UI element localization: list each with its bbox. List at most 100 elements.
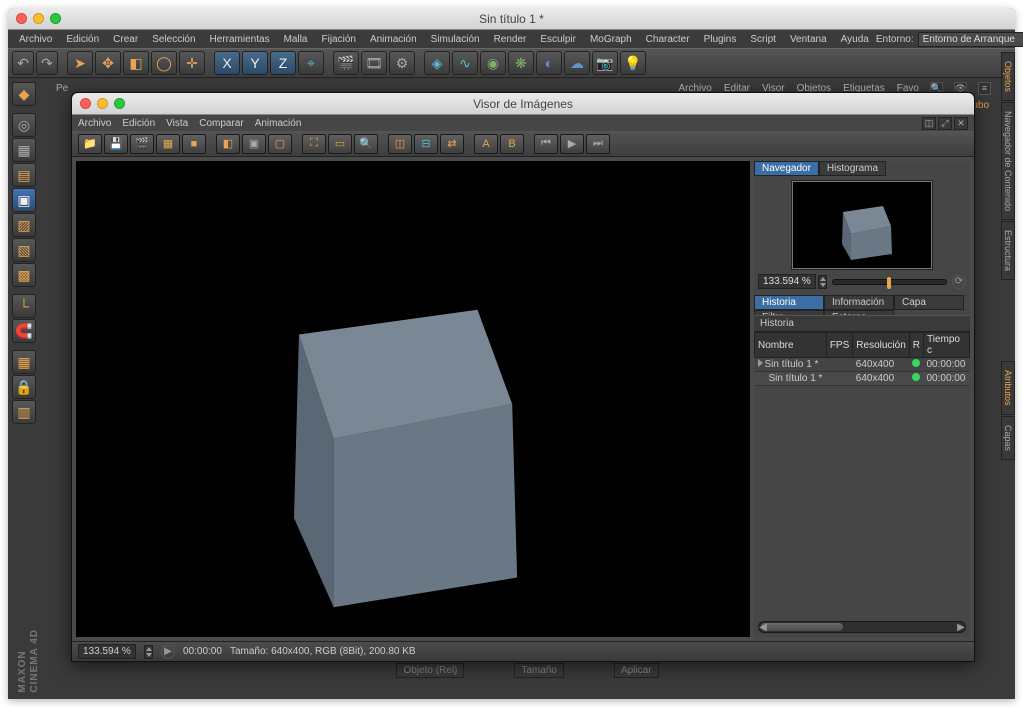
x-axis-button[interactable]: X — [214, 51, 240, 75]
render-view-button[interactable]: 🎬 — [333, 51, 359, 75]
menu-plugins[interactable]: Plugins — [697, 34, 744, 45]
tab-histograma[interactable]: Histograma — [819, 161, 886, 176]
menu-fijacion[interactable]: Fijación — [314, 34, 362, 45]
render-region-button[interactable]: 🎞 — [361, 51, 387, 75]
menu-script[interactable]: Script — [743, 34, 783, 45]
col-r[interactable]: R — [909, 333, 923, 358]
dock-icon[interactable]: ◫ — [922, 117, 936, 130]
zoomin-icon[interactable]: 🔍 — [354, 134, 378, 154]
tab-informacion[interactable]: Información — [824, 295, 894, 310]
menu-malla[interactable]: Malla — [277, 34, 315, 45]
polygon-mode-button[interactable]: ▩ — [12, 263, 36, 287]
coord-system-button[interactable]: ⌖ — [298, 51, 324, 75]
viewport[interactable] — [76, 161, 750, 637]
tab-navegador[interactable]: Navegador — [754, 161, 819, 176]
tab-capa[interactable]: Capa — [894, 295, 964, 310]
snap-button[interactable]: 🧲 — [12, 319, 36, 343]
planar-workplane-button[interactable]: ▥ — [12, 400, 36, 424]
tab-objetos[interactable]: Objetos — [1001, 52, 1015, 101]
folder-icon[interactable]: 📁 — [78, 134, 102, 154]
model-mode-button[interactable]: ◎ — [12, 113, 36, 137]
list-icon[interactable]: ≡ — [978, 82, 991, 95]
menu-ventana[interactable]: Ventana — [783, 34, 834, 45]
single-icon[interactable]: ▢ — [268, 134, 292, 154]
env-dropdown[interactable]: Entorno de Arranque — [918, 32, 1023, 47]
tab-capas[interactable]: Capas — [1001, 416, 1015, 460]
tab-atributos[interactable]: Atributos — [1001, 361, 1015, 415]
grid-icon[interactable]: ▦ — [156, 134, 180, 154]
menu-mograph[interactable]: MoGraph — [583, 34, 639, 45]
menu-ayuda[interactable]: Ayuda — [834, 34, 876, 45]
next-icon[interactable]: ⏭ — [586, 134, 610, 154]
move-tool-button[interactable]: ✥ — [95, 51, 121, 75]
tab-estructura[interactable]: Estructura — [1001, 221, 1015, 280]
menu-character[interactable]: Character — [639, 34, 697, 45]
vmenu-comparar[interactable]: Comparar — [199, 118, 243, 129]
camera-button[interactable]: 📷 — [592, 51, 618, 75]
vmenu-archivo[interactable]: Archivo — [78, 118, 111, 129]
tamano-chip[interactable]: Tamaño — [514, 663, 564, 678]
workplane-mode-button[interactable]: ▤ — [12, 163, 36, 187]
menu-render[interactable]: Render — [487, 34, 534, 45]
table-row[interactable]: Sin título 1 * 640x400 00:00:00 — [755, 358, 970, 372]
objeto-chip[interactable]: Objeto (Rel) — [396, 663, 464, 678]
vmenu-edicion[interactable]: Edición — [122, 118, 155, 129]
tab-navegador-contenido[interactable]: Navegador de Contenido — [1001, 102, 1015, 220]
menu-herramientas[interactable]: Herramientas — [203, 34, 277, 45]
close-panel-icon[interactable]: ✕ — [954, 117, 968, 130]
redo-button[interactable]: ↷ — [36, 51, 58, 75]
rotate-tool-button[interactable]: ◯ — [151, 51, 177, 75]
menu-crear[interactable]: Crear — [106, 34, 145, 45]
vmenu-vista[interactable]: Vista — [166, 118, 188, 129]
texture-mode-button[interactable]: ▦ — [12, 138, 36, 162]
col-resolucion[interactable]: Resolución — [853, 333, 909, 358]
status-zoom-spinner[interactable] — [144, 645, 153, 659]
compare-v-icon[interactable]: ⊟ — [414, 134, 438, 154]
clapper-icon[interactable]: 🎬 — [130, 134, 154, 154]
make-editable-button[interactable]: ◆ — [12, 82, 36, 106]
environment-button[interactable]: ☁ — [564, 51, 590, 75]
menu-simulacion[interactable]: Simulación — [424, 34, 487, 45]
a-icon[interactable]: A — [474, 134, 498, 154]
undo-button[interactable]: ↶ — [12, 51, 34, 75]
menu-seleccion[interactable]: Selección — [145, 34, 202, 45]
compare-h-icon[interactable]: ◫ — [388, 134, 412, 154]
zoom-spinner[interactable] — [818, 275, 827, 289]
rgb-icon[interactable]: ◧ — [216, 134, 240, 154]
thumbnail[interactable] — [792, 181, 932, 269]
zoom-reset-icon[interactable]: ⟳ — [952, 275, 966, 289]
workplane-button[interactable]: ▦ — [12, 350, 36, 374]
point-mode-button[interactable]: ▨ — [12, 213, 36, 237]
nurbs-button[interactable]: ◉ — [480, 51, 506, 75]
play-icon[interactable]: ▶ — [560, 134, 584, 154]
aplicar-button[interactable]: Aplicar — [614, 663, 659, 678]
col-fps[interactable]: FPS — [826, 333, 852, 358]
vmenu-animacion[interactable]: Animación — [255, 118, 302, 129]
prev-icon[interactable]: ⏮ — [534, 134, 558, 154]
generator-button[interactable]: ❋ — [508, 51, 534, 75]
tab-historia[interactable]: Historia — [754, 295, 824, 310]
alpha-icon[interactable]: ▣ — [242, 134, 266, 154]
last-tool-button[interactable]: ✛ — [179, 51, 205, 75]
menu-archivo[interactable]: Archivo — [12, 34, 59, 45]
scroll-right-icon[interactable]: ▶ — [955, 622, 967, 632]
col-nombre[interactable]: Nombre — [755, 333, 827, 358]
edge-mode-button[interactable]: ▧ — [12, 238, 36, 262]
menu-esculpir[interactable]: Esculpir — [533, 34, 583, 45]
object-mode-button[interactable]: ▣ — [12, 188, 36, 212]
status-play-icon[interactable]: ▶ — [161, 645, 175, 659]
scroll-left-icon[interactable]: ◀ — [757, 622, 769, 632]
scale-tool-button[interactable]: ◧ — [123, 51, 149, 75]
expand-icon[interactable]: ⤢ — [938, 117, 952, 130]
axis-button[interactable]: └ — [12, 294, 36, 318]
zoom-value[interactable]: 133.594 % — [758, 274, 816, 289]
status-zoom[interactable]: 133.594 % — [78, 644, 136, 659]
menu-edicion[interactable]: Edición — [59, 34, 106, 45]
swap-icon[interactable]: ⇄ — [440, 134, 464, 154]
render-settings-button[interactable]: ⚙ — [389, 51, 415, 75]
col-tiempo[interactable]: Tiempo c — [924, 333, 970, 358]
stop-icon[interactable]: ■ — [182, 134, 206, 154]
history-scrollbar[interactable]: ◀ ▶ — [758, 621, 966, 633]
b-icon[interactable]: B — [500, 134, 524, 154]
menu-animacion[interactable]: Animación — [363, 34, 424, 45]
